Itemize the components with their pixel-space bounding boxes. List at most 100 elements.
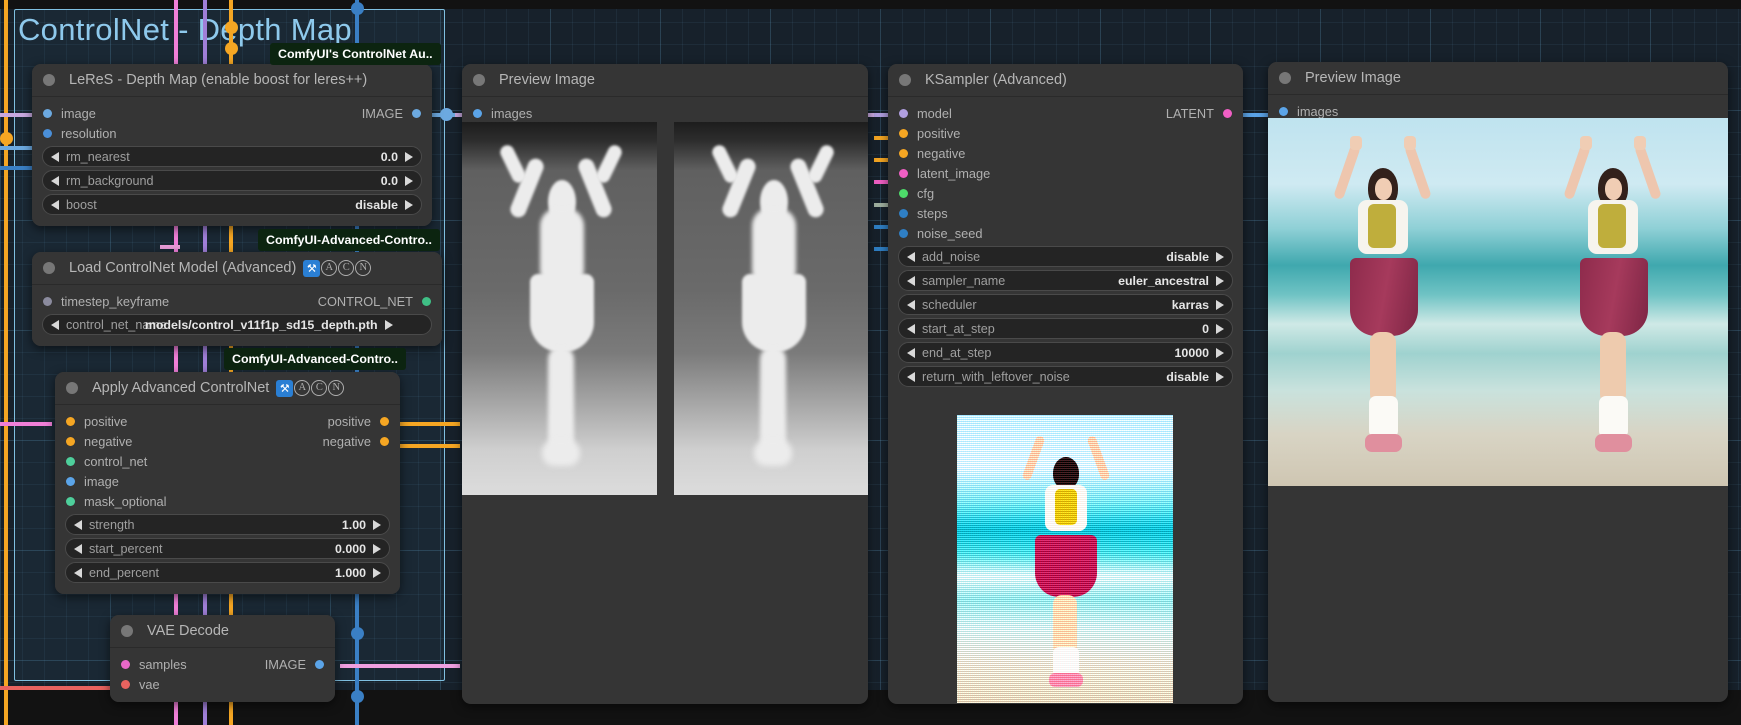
input-dot-image[interactable] [66,476,75,486]
widget-rm-nearest[interactable]: rm_nearest 0.0 [42,146,422,167]
node-header-load-controlnet[interactable]: Load ControlNet Model (Advanced) ⚒ A C N [32,252,442,285]
node-preview-image-depth[interactable]: Preview Image images [462,64,868,704]
decrement-arrow-icon[interactable] [907,275,915,286]
slot-ks-latent-image[interactable]: latent_image [888,163,1243,183]
slot-out-negative-group[interactable]: negative [323,434,389,449]
decrement-arrow-icon[interactable] [74,543,82,554]
output-dot-negative[interactable] [380,436,389,446]
widget-return-with-leftover-noise[interactable]: return_with_leftover_noise disable [898,366,1233,387]
slot-apply-mask-optional[interactable]: mask_optional [55,491,400,511]
slot-ks-steps[interactable]: steps [888,203,1243,223]
widget-value-control-net-name[interactable]: models/control_v11f1p_sd15_depth.pth [145,318,378,332]
increment-arrow-icon[interactable] [1216,371,1224,382]
widget-value-start-percent[interactable]: 0.000 [335,542,366,556]
collapse-icon[interactable] [473,74,485,86]
input-dot-model[interactable] [899,108,908,118]
widget-start-at-step[interactable]: start_at_step 0 [898,318,1233,339]
decrement-arrow-icon[interactable] [907,323,915,334]
node-header-vae-decode[interactable]: VAE Decode [110,615,335,648]
input-dot-images[interactable] [473,108,482,118]
depth-map-image-2[interactable] [673,122,868,495]
widget-value-strength[interactable]: 1.00 [342,518,366,532]
decrement-arrow-icon[interactable] [51,151,59,162]
decrement-arrow-icon[interactable] [907,299,915,310]
widget-value-rm-nearest[interactable]: 0.0 [381,150,398,164]
input-dot-timestep-keyframe[interactable] [43,296,52,306]
increment-arrow-icon[interactable] [405,151,413,162]
widget-value-end-percent[interactable]: 1.000 [335,566,366,580]
widget-strength[interactable]: strength 1.00 [65,514,390,535]
node-header-leres[interactable]: LeReS - Depth Map (enable boost for lere… [32,64,432,97]
input-dot-negative[interactable] [899,148,908,158]
collapse-icon[interactable] [43,74,55,86]
output-dot-image[interactable] [412,108,421,118]
node-header-ksampler[interactable]: KSampler (Advanced) [888,64,1243,97]
input-dot-image[interactable] [43,108,52,118]
slot-apply-negative[interactable]: negative negative [55,431,400,451]
decrement-arrow-icon[interactable] [51,199,59,210]
decrement-arrow-icon[interactable] [51,175,59,186]
slot-apply-positive[interactable]: positive positive [55,411,400,431]
increment-arrow-icon[interactable] [373,567,381,578]
input-dot-control-net[interactable] [66,456,75,466]
depth-map-image-1[interactable] [462,122,657,495]
increment-arrow-icon[interactable] [1216,251,1224,262]
widget-end-percent[interactable]: end_percent 1.000 [65,562,390,583]
output-dot-positive[interactable] [380,416,389,426]
decrement-arrow-icon[interactable] [74,519,82,530]
ksampler-preview-thumbnail[interactable] [957,415,1173,703]
slot-out-positive-group[interactable]: positive [328,414,389,429]
widget-value-sampler-name[interactable]: euler_ancestral [1118,274,1209,288]
slot-ks-positive[interactable]: positive [888,123,1243,143]
input-dot-positive[interactable] [66,416,75,426]
increment-arrow-icon[interactable] [1216,299,1224,310]
slot-out-image-group[interactable]: IMAGE [362,106,421,121]
collapse-icon[interactable] [899,74,911,86]
input-dot-resolution[interactable] [43,128,52,138]
input-dot-images[interactable] [1279,106,1288,116]
node-apply-advanced-controlnet[interactable]: Apply Advanced ControlNet ⚒ A C N positi… [55,372,400,594]
node-preview-image-result[interactable]: Preview Image images [1268,62,1728,702]
input-dot-negative[interactable] [66,436,75,446]
widget-value-boost[interactable]: disable [355,198,398,212]
widget-end-at-step[interactable]: end_at_step 10000 [898,342,1233,363]
slot-ks-cfg[interactable]: cfg [888,183,1243,203]
widget-scheduler[interactable]: scheduler karras [898,294,1233,315]
input-dot-vae[interactable] [121,679,130,689]
node-graph-canvas[interactable]: ControlNet - Depth Map LeReS - Depth Map… [0,0,1741,725]
decrement-arrow-icon[interactable] [907,347,915,358]
input-dot-noise-seed[interactable] [899,228,908,238]
widget-start-percent[interactable]: start_percent 0.000 [65,538,390,559]
widget-add-noise[interactable]: add_noise disable [898,246,1233,267]
input-dot-samples[interactable] [121,659,130,669]
result-image-1[interactable] [1268,118,1494,486]
slot-preview-depth-images[interactable]: images [462,103,868,123]
widget-sampler-name[interactable]: sampler_name euler_ancestral [898,270,1233,291]
slot-ks-model[interactable]: model LATENT [888,103,1243,123]
decrement-arrow-icon[interactable] [74,567,82,578]
increment-arrow-icon[interactable] [405,175,413,186]
decrement-arrow-icon[interactable] [907,371,915,382]
node-header-preview-result[interactable]: Preview Image [1268,62,1728,95]
slot-vae-samples[interactable]: samples IMAGE [110,654,335,674]
slot-apply-control-net[interactable]: control_net [55,451,400,471]
slot-out-controlnet-group[interactable]: CONTROL_NET [318,294,431,309]
slot-ks-negative[interactable]: negative [888,143,1243,163]
widget-value-start-at-step[interactable]: 0 [1202,322,1209,336]
increment-arrow-icon[interactable] [1216,347,1224,358]
collapse-icon[interactable] [121,625,133,637]
widget-value-return-with-leftover-noise[interactable]: disable [1166,370,1209,384]
slot-vae-vae[interactable]: vae [110,674,335,694]
decrement-arrow-icon[interactable] [51,319,59,330]
input-dot-mask-optional[interactable] [66,496,75,506]
widget-boost[interactable]: boost disable [42,194,422,215]
collapse-icon[interactable] [1279,72,1291,84]
slot-out-image-group[interactable]: IMAGE [265,657,324,672]
slot-leres-image[interactable]: image IMAGE [32,103,432,123]
increment-arrow-icon[interactable] [1216,275,1224,286]
collapse-icon[interactable] [66,382,78,394]
slot-ks-noise-seed[interactable]: noise_seed [888,223,1243,243]
input-dot-positive[interactable] [899,128,908,138]
output-dot-latent[interactable] [1223,108,1232,118]
node-vae-decode[interactable]: VAE Decode samples IMAGE vae [110,615,335,702]
